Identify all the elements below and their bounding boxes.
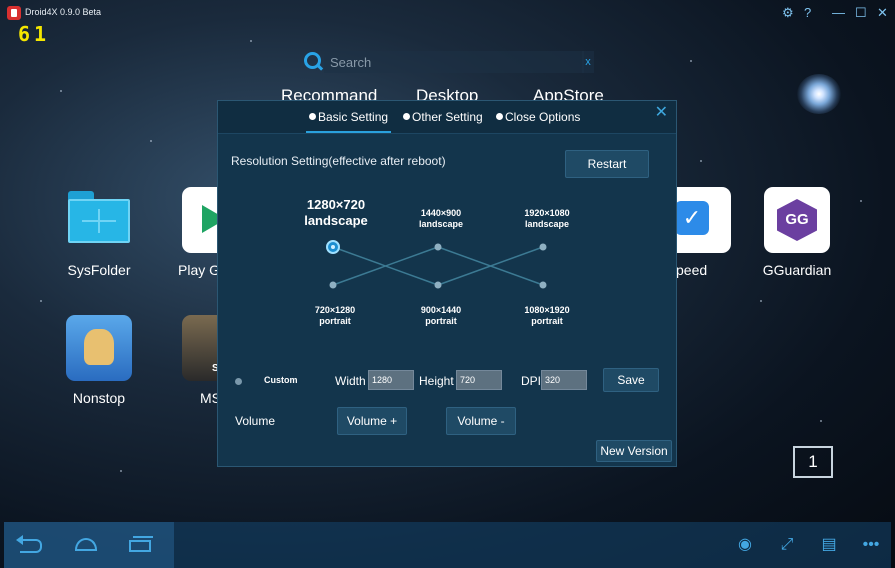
height-field[interactable] <box>456 370 502 390</box>
droid4x-logo-icon <box>7 6 21 20</box>
app-nonstop[interactable]: Nonstop <box>49 315 149 406</box>
resolution-option-720x1280[interactable]: 720×1280 portrait <box>290 305 380 327</box>
nonstop-icon <box>66 315 132 381</box>
webcam-icon[interactable]: ◉ <box>733 534 757 556</box>
save-button[interactable]: Save <box>603 368 659 392</box>
home-icon[interactable] <box>72 535 102 555</box>
new-version-button[interactable]: New Version <box>596 440 672 462</box>
custom-radio[interactable] <box>235 378 242 385</box>
more-options-icon[interactable]: ••• <box>859 534 883 556</box>
folder-icon <box>66 187 132 253</box>
resolution-dot-720x1280[interactable] <box>329 281 337 289</box>
app-label: SysFolder <box>67 262 131 278</box>
app-label: GGuardian <box>762 262 832 278</box>
close-window-button[interactable]: ✕ <box>877 6 888 20</box>
width-label: Width <box>335 374 366 388</box>
volume-up-button[interactable]: Volume + <box>337 407 407 435</box>
title-bar: Droid4X 0.9.0 Beta ⚙ ? — ☐ ✕ <box>0 0 895 28</box>
app-label: Nonstop <box>72 390 126 406</box>
resolution-option-1920x1080[interactable]: 1920×1080 landscape <box>502 208 592 230</box>
keyboard-icon[interactable]: ▤ <box>817 534 841 556</box>
dpi-field[interactable] <box>541 370 587 390</box>
resolution-option-1440x900[interactable]: 1440×900 landscape <box>396 208 486 230</box>
search-icon[interactable] <box>304 52 321 69</box>
volume-down-button[interactable]: Volume - <box>446 407 516 435</box>
resolution-option-900x1440[interactable]: 900×1440 portrait <box>396 305 486 327</box>
height-label: Height <box>419 374 454 388</box>
galaxy-decoration <box>797 74 841 114</box>
bottom-toolbar: ◉ ⤢ ▤ ••• <box>4 522 891 568</box>
fps-counter: 61 <box>18 22 51 46</box>
width-field[interactable] <box>368 370 414 390</box>
recent-apps-icon[interactable] <box>127 535 157 555</box>
gear-icon[interactable]: ⚙ <box>782 6 794 20</box>
minimize-button[interactable]: — <box>832 6 845 20</box>
search-clear-button[interactable]: x <box>582 51 594 73</box>
settings-dialog: Basic Setting Other Setting Close Option… <box>217 100 677 467</box>
window-title: Droid4X 0.9.0 Beta <box>25 7 102 17</box>
volume-label: Volume <box>235 414 276 428</box>
resolution-dot-900x1440[interactable] <box>434 281 442 289</box>
resolution-dot-1080x1920[interactable] <box>539 281 547 289</box>
resolution-option-1280x720[interactable]: 1280×720 landscape <box>286 197 386 229</box>
help-button[interactable]: ? <box>804 6 811 20</box>
android-nav-bar <box>4 522 174 568</box>
page-indicator[interactable]: 1 <box>793 446 833 478</box>
dpi-label: DPI <box>521 374 542 388</box>
fullscreen-icon[interactable]: ⤢ <box>775 534 799 556</box>
maximize-button[interactable]: ☐ <box>855 6 867 20</box>
app-gguardian[interactable]: GGuardian <box>747 187 847 278</box>
app-sysfolder[interactable]: SysFolder <box>49 187 149 278</box>
resolution-dot-1920x1080[interactable] <box>539 243 547 251</box>
resolution-option-1080x1920[interactable]: 1080×1920 portrait <box>502 305 592 327</box>
gameguardian-icon <box>764 187 830 253</box>
resolution-dot-1440x900[interactable] <box>434 243 442 251</box>
custom-label: Custom <box>264 375 298 385</box>
search-input[interactable] <box>324 51 584 73</box>
back-icon[interactable] <box>16 535 46 555</box>
